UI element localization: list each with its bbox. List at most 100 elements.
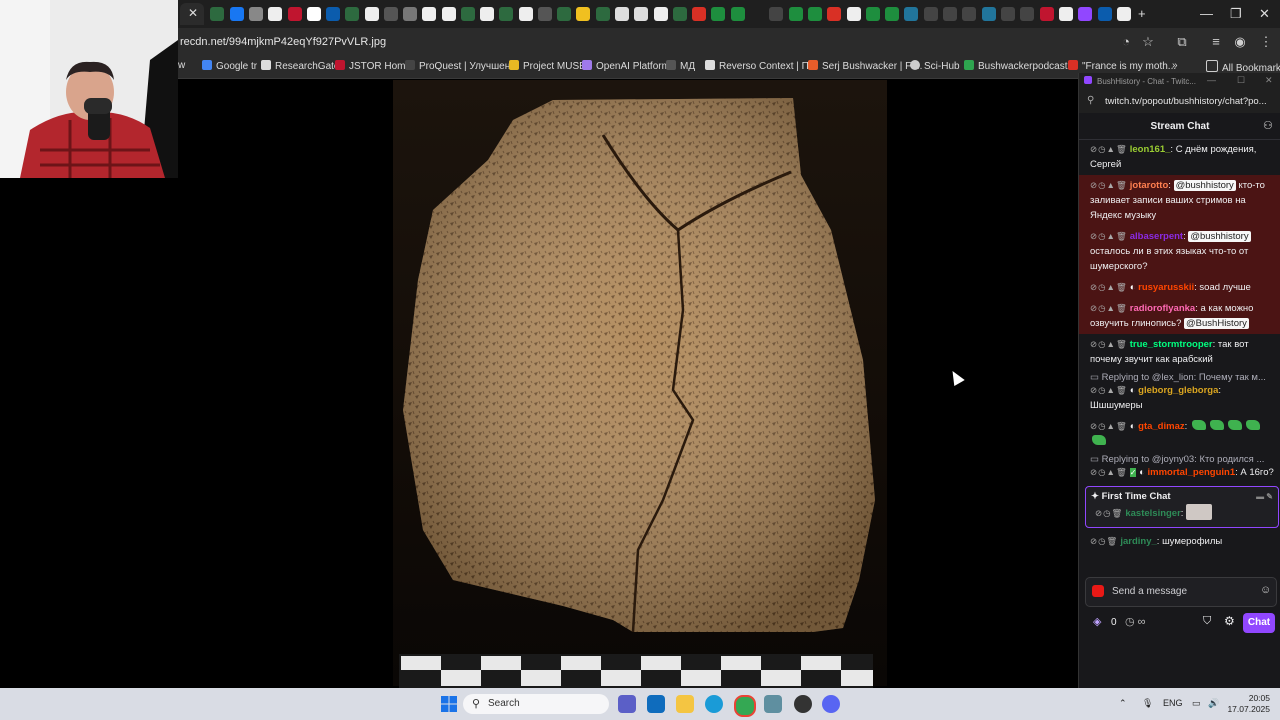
tab-favicon[interactable] [326, 7, 340, 21]
tab-favicon[interactable] [847, 7, 861, 21]
tab-favicon[interactable] [230, 7, 244, 21]
tab-favicon[interactable] [307, 7, 321, 21]
new-tab-icon[interactable]: + [1138, 6, 1146, 21]
tab-favicon[interactable] [1059, 7, 1073, 21]
microphone-icon[interactable]: 🎙 [1142, 698, 1153, 709]
start-windows-icon[interactable] [440, 695, 458, 713]
mod-tools-icon[interactable]: ⊘◷▲🗑 [1090, 467, 1128, 477]
chrome-icon[interactable] [734, 695, 756, 717]
tab-favicon[interactable] [673, 7, 687, 21]
chat-maximize-icon[interactable]: ☐ [1237, 75, 1245, 86]
tab-favicon[interactable] [904, 7, 918, 21]
bookmark-item[interactable]: w [178, 60, 185, 71]
tab-favicon[interactable] [711, 7, 725, 21]
chat-url[interactable]: twitch.tv/popout/bushhistory/chat?po... [1105, 96, 1267, 107]
tab-favicon[interactable] [210, 7, 224, 21]
clock-time[interactable]: 20:05 [1228, 693, 1270, 703]
clock-date[interactable]: 17.07.2025 [1222, 704, 1270, 714]
chat-username[interactable]: radioroflyanka [1130, 303, 1195, 314]
chat-username[interactable]: gta_dimaz [1138, 421, 1184, 432]
tab-favicon[interactable] [654, 7, 668, 21]
chat-input[interactable]: Send a message ☺ [1085, 577, 1277, 607]
chat-username[interactable]: immortal_penguin1 [1147, 467, 1235, 478]
site-info-icon[interactable]: ⚲ [1087, 95, 1094, 106]
dinosaur-emote-icon[interactable] [1092, 435, 1106, 445]
tab-favicon[interactable] [808, 7, 822, 21]
emote-picker-icon[interactable]: ☺ [1260, 584, 1271, 596]
profile-icon[interactable]: ◉ [1232, 34, 1248, 50]
bookmark-item[interactable]: JSTOR Home [335, 60, 411, 72]
bookmark-item[interactable]: OpenAI Platform [582, 60, 670, 72]
tab-favicon[interactable] [769, 7, 783, 21]
cat-emote-icon[interactable] [1186, 504, 1213, 520]
language-indicator[interactable]: ENG [1163, 698, 1183, 708]
mod-tools-icon[interactable]: ⊘◷▲🗑 [1090, 144, 1128, 154]
bookmark-item[interactable]: Sci-Hub [910, 60, 960, 72]
discord-icon[interactable] [822, 695, 840, 713]
tab-favicon[interactable] [731, 7, 745, 21]
store-icon[interactable] [647, 695, 665, 713]
tab-favicon[interactable] [249, 7, 263, 21]
tab-favicon[interactable] [827, 7, 841, 21]
tab-favicon[interactable] [422, 7, 436, 21]
tab-close-icon[interactable]: ✕ [188, 6, 198, 20]
channel-points-icon[interactable]: ◈ [1093, 615, 1101, 628]
tab-favicon[interactable] [692, 7, 706, 21]
dinosaur-emote-icon[interactable] [1245, 420, 1260, 430]
tab-favicon[interactable] [1020, 7, 1034, 21]
mod-tools-icon[interactable]: ⊘◷▲🗑 [1090, 282, 1128, 292]
tab-favicon[interactable] [789, 7, 803, 21]
tab-favicon[interactable] [288, 7, 302, 21]
dinosaur-emote-icon[interactable] [1209, 420, 1224, 430]
tab-favicon[interactable] [1001, 7, 1015, 21]
all-bookmarks[interactable]: All Bookmarks [1206, 60, 1280, 74]
mention-badge[interactable]: @bushhistory [1173, 180, 1236, 191]
dinosaur-emote-icon[interactable] [1191, 420, 1206, 430]
restore-icon[interactable]: ❐ [1230, 6, 1242, 22]
tab-favicon[interactable] [576, 7, 590, 21]
bookmark-star-icon[interactable]: ☆ [1140, 34, 1156, 50]
menu-icon[interactable]: ⋮ [1258, 34, 1274, 50]
tab-favicon[interactable] [634, 7, 648, 21]
close-window-icon[interactable]: ✕ [1259, 6, 1270, 22]
tab-favicon[interactable] [943, 7, 957, 21]
send-chat-button[interactable]: Chat [1243, 613, 1275, 633]
tab-favicon[interactable] [519, 7, 533, 21]
dinosaur-emote-icon[interactable] [1227, 420, 1242, 430]
tab-favicon[interactable] [924, 7, 938, 21]
minimize-icon[interactable]: — [1200, 6, 1213, 21]
bookmark-item[interactable]: Google tr [202, 60, 257, 72]
tab-favicon[interactable] [557, 7, 571, 21]
edge-icon[interactable] [705, 695, 723, 713]
performance-icon[interactable]: ◔ [1118, 34, 1134, 50]
tab-favicon[interactable] [403, 7, 417, 21]
taskbar-search[interactable]: ⚲ Search [463, 694, 609, 714]
bookmark-item[interactable]: Project MUSE [509, 60, 586, 72]
mod-tools-icon[interactable]: ⊘◷▲🗑 [1090, 231, 1128, 241]
tab-favicon[interactable] [538, 7, 552, 21]
mod-tools-icon[interactable]: ⊘◷▲🗑 [1090, 180, 1128, 190]
reply-context[interactable]: ▭ Replying to @lex_lion: Почему так м... [1079, 370, 1280, 383]
mod-tools-icon[interactable]: ⊘◷▲🗑 [1090, 421, 1128, 431]
mod-tools-icon[interactable]: ⊘◷▲🗑 [1090, 385, 1128, 395]
tab-favicon[interactable] [1117, 7, 1131, 21]
tab-favicon[interactable] [596, 7, 610, 21]
reply-context[interactable]: ▭ Replying to @joyny03: Кто родился ... [1079, 452, 1280, 465]
mention-badge[interactable]: @BushHistory [1184, 318, 1249, 329]
tab-favicon[interactable] [268, 7, 282, 21]
tab-favicon[interactable] [384, 7, 398, 21]
bookmark-item[interactable]: Reverso Context | П... [705, 60, 817, 72]
bookmark-item[interactable]: МД [666, 60, 695, 72]
chat-close-icon[interactable]: ✕ [1265, 75, 1273, 86]
tab-favicon[interactable] [866, 7, 880, 21]
chat-minimize-icon[interactable]: — [1207, 75, 1216, 85]
mod-tools-icon[interactable]: ⊘◷▲🗑 [1090, 303, 1128, 313]
shield-icon[interactable]: ⛉ [1203, 615, 1211, 628]
extensions-icon[interactable]: ⧉ [1174, 34, 1190, 50]
tray-overflow-icon[interactable]: ⌃ [1119, 698, 1127, 709]
chat-username[interactable]: leon161_ [1130, 144, 1171, 155]
tab-favicon[interactable] [982, 7, 996, 21]
bookmark-item[interactable]: "France is my moth... [1068, 60, 1176, 72]
community-icon[interactable]: ⚇ [1263, 119, 1273, 132]
url-field[interactable]: recdn.net/994mjkmP42eqYf927PvVLR.jpg [180, 36, 386, 48]
